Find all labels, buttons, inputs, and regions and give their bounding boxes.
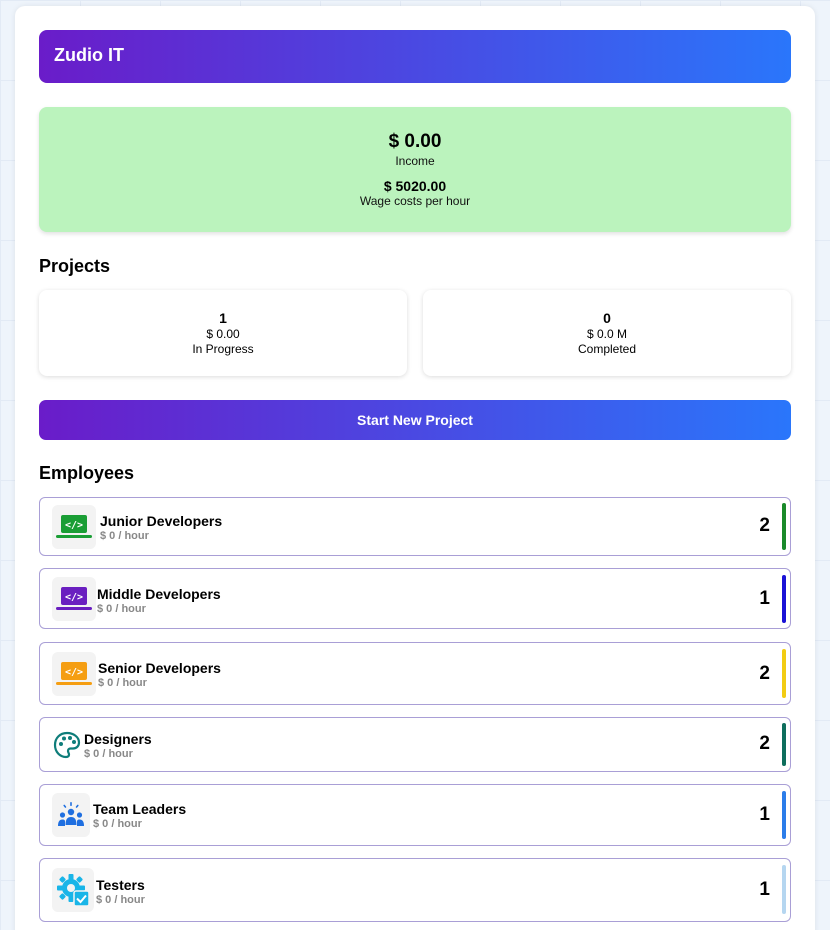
projects-completed-card[interactable]: 0 $ 0.0 M Completed: [423, 290, 791, 376]
svg-text:</>: </>: [65, 667, 83, 678]
employee-name: Middle Developers: [97, 586, 221, 602]
employee-count: 2: [759, 733, 770, 754]
employee-card-middle-developers[interactable]: </> Middle Developers $ 0 / hour 1: [39, 568, 791, 629]
completed-amount: $ 0.0 M: [586, 327, 628, 341]
status-bar: [782, 865, 786, 914]
app-title: Zudio IT: [54, 45, 124, 65]
employee-rate: $ 0 / hour: [98, 677, 147, 689]
wage-value: $ 5020.00: [383, 178, 447, 194]
completed-label: Completed: [577, 342, 637, 356]
main-panel: Zudio IT $ 0.00 Income $ 5020.00 Wage co…: [15, 6, 815, 930]
employee-count: 1: [759, 588, 770, 609]
team-icon: [52, 793, 90, 837]
employee-count: 2: [759, 515, 770, 536]
status-bar: [782, 649, 786, 698]
palette-icon: [50, 723, 84, 767]
employee-rate: $ 0 / hour: [100, 530, 149, 542]
employee-rate: $ 0 / hour: [93, 818, 142, 830]
employee-name: Senior Developers: [98, 660, 221, 676]
employee-card-junior-developers[interactable]: </> Junior Developers $ 0 / hour 2: [39, 497, 791, 556]
laptop-code-icon: </>: [52, 577, 96, 621]
employee-name: Testers: [96, 877, 145, 893]
employee-count: 2: [759, 663, 770, 684]
laptop-code-icon: </>: [52, 652, 96, 696]
projects-title: Projects: [39, 256, 111, 276]
svg-text:</>: </>: [65, 592, 83, 603]
employee-card-designers[interactable]: Designers $ 0 / hour 2: [39, 717, 791, 772]
employee-rate: $ 0 / hour: [96, 894, 145, 906]
in-progress-amount: $ 0.00: [206, 327, 240, 341]
employee-card-testers[interactable]: Testers $ 0 / hour 1: [39, 858, 791, 922]
laptop-code-icon: </>: [52, 505, 96, 549]
employee-name: Junior Developers: [100, 513, 223, 529]
employee-rate: $ 0 / hour: [97, 603, 146, 615]
employee-name: Designers: [84, 731, 152, 747]
status-bar: [782, 723, 786, 766]
employee-count: 1: [759, 879, 770, 900]
svg-text:</>: </>: [65, 520, 83, 531]
income-value: $ 0.00: [388, 131, 442, 152]
projects-in-progress-card[interactable]: 1 $ 0.00 In Progress: [39, 290, 407, 376]
start-new-project-button[interactable]: Start New Project: [39, 400, 791, 440]
status-bar: [782, 791, 786, 839]
employee-name: Team Leaders: [93, 801, 187, 817]
employee-count: 1: [759, 804, 770, 825]
app-header: Zudio IT: [39, 30, 791, 83]
in-progress-label: In Progress: [192, 342, 254, 356]
employee-card-senior-developers[interactable]: </> Senior Developers $ 0 / hour 2: [39, 642, 791, 705]
in-progress-count: 1: [219, 310, 227, 326]
summary-card: $ 0.00 Income $ 5020.00 Wage costs per h…: [39, 107, 791, 232]
status-bar: [782, 575, 786, 623]
employee-card-team-leaders[interactable]: Team Leaders $ 0 / hour 1: [39, 784, 791, 846]
income-label: Income: [395, 154, 435, 168]
employees-title: Employees: [39, 463, 135, 483]
status-bar: [782, 503, 786, 550]
employee-rate: $ 0 / hour: [84, 748, 133, 760]
completed-count: 0: [603, 310, 611, 326]
gear-check-icon: [52, 868, 94, 912]
wage-label: Wage costs per hour: [359, 194, 471, 208]
